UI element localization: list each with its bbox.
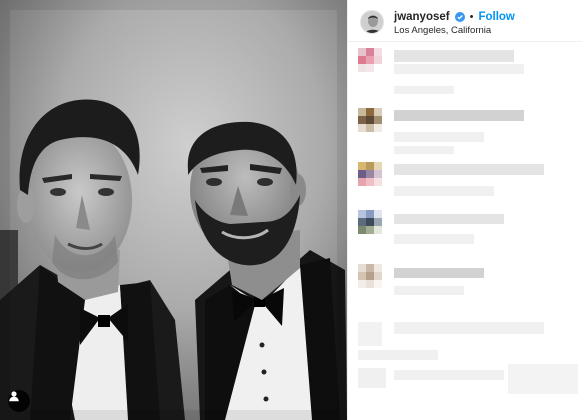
comment-text	[394, 322, 544, 334]
comment-meta	[394, 146, 454, 154]
photo-illustration	[0, 0, 347, 420]
comment-meta	[358, 350, 438, 360]
comment-item	[348, 364, 582, 420]
post-photo[interactable]	[0, 0, 347, 420]
comment-item	[348, 108, 582, 168]
user-tag-icon	[9, 391, 19, 402]
comment-text	[394, 64, 524, 74]
post-header: jwanyosef • Follow Los Angeles, Californ…	[348, 0, 582, 42]
follow-button[interactable]: Follow	[478, 11, 514, 23]
location-link[interactable]: Los Angeles, California	[394, 25, 491, 36]
username-link[interactable]: jwanyosef	[394, 11, 450, 23]
comment-text	[394, 110, 524, 121]
comment-text	[394, 268, 484, 278]
commenter-avatar[interactable]	[358, 162, 382, 186]
comment-text	[394, 50, 514, 62]
commenter-avatar[interactable]	[358, 368, 386, 388]
post-side-panel: jwanyosef • Follow Los Angeles, Californ…	[347, 0, 582, 420]
avatar-image	[361, 11, 383, 33]
comments-list	[348, 42, 582, 420]
comment-text	[394, 370, 504, 380]
comment-text	[394, 214, 504, 224]
avatar[interactable]	[360, 10, 384, 34]
comment-meta	[394, 86, 454, 94]
comment-text	[394, 234, 474, 244]
comment-item	[348, 48, 582, 108]
comment-text	[394, 132, 484, 142]
commenter-avatar[interactable]	[358, 48, 382, 72]
commenter-avatar[interactable]	[358, 264, 382, 288]
separator-dot: •	[469, 11, 474, 23]
comment-text	[394, 286, 464, 295]
comment-item	[348, 264, 582, 324]
comment-item	[348, 210, 582, 270]
commenter-avatar[interactable]	[358, 108, 382, 132]
comment-text	[394, 164, 544, 175]
commenter-avatar[interactable]	[358, 322, 382, 346]
comment-text	[394, 186, 494, 196]
header-line: jwanyosef • Follow	[394, 10, 515, 24]
comment-text	[508, 364, 578, 394]
user-tag-button[interactable]	[8, 390, 30, 412]
verified-badge-icon	[454, 12, 465, 22]
commenter-avatar[interactable]	[358, 210, 382, 234]
